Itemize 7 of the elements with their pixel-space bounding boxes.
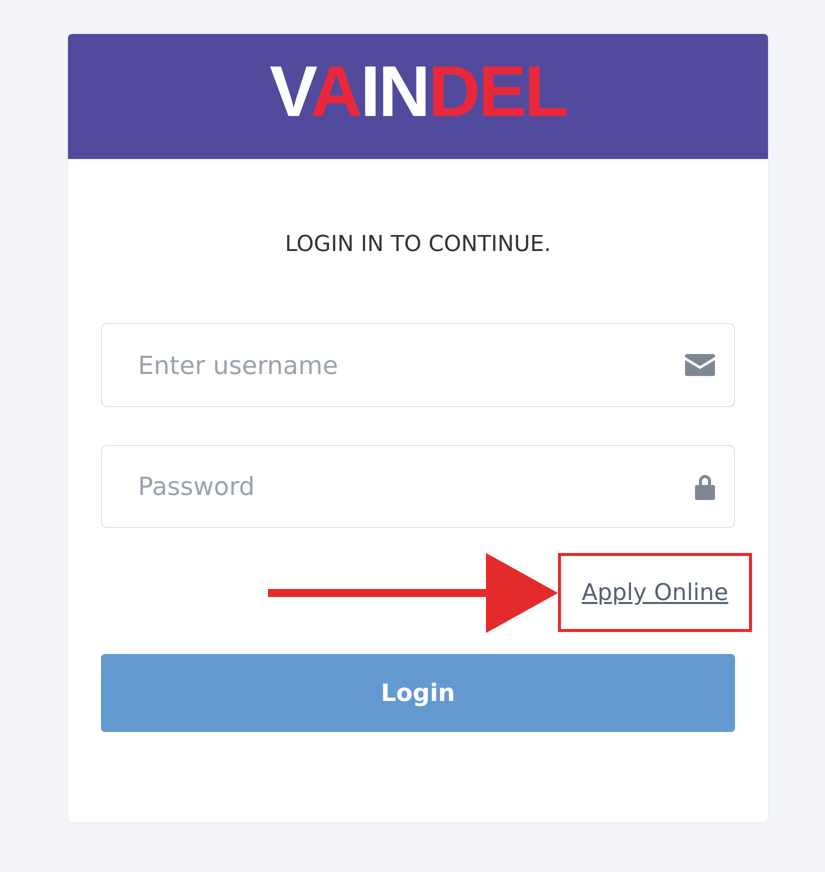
envelope-icon (685, 354, 715, 376)
password-field[interactable]: Password (101, 445, 735, 528)
heading: LOGIN IN TO CONTINUE. (284, 231, 552, 259)
logo: VAINDEL (270, 52, 566, 132)
apply-online-link[interactable]: Apply Online (582, 580, 728, 606)
lock-icon (695, 474, 715, 500)
username-field[interactable]: Enter username (101, 323, 735, 407)
